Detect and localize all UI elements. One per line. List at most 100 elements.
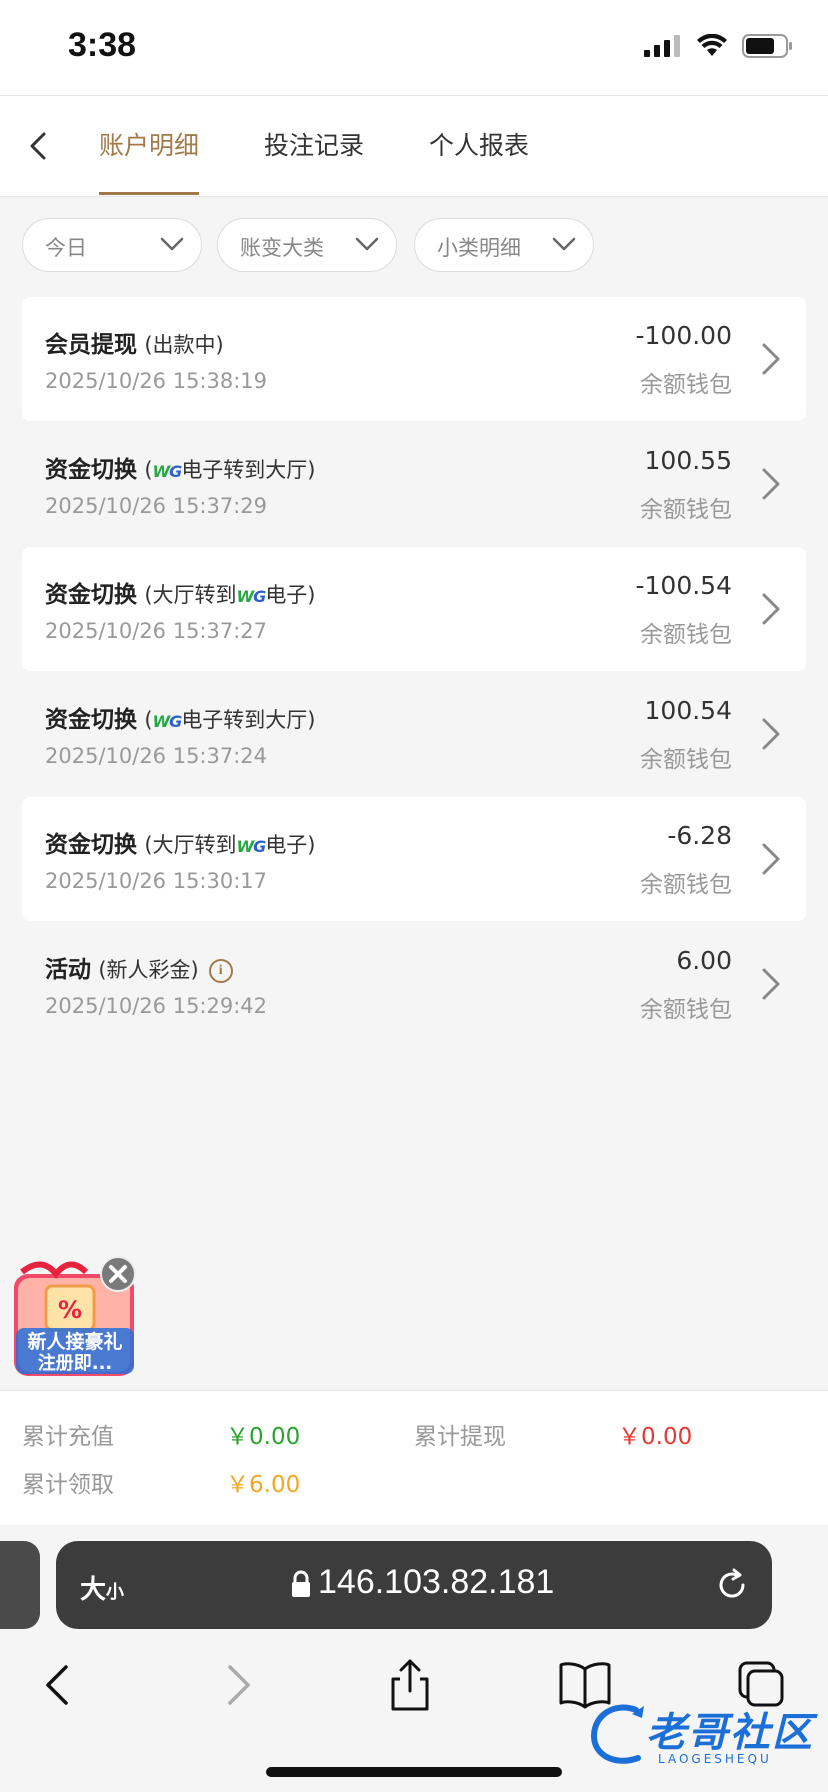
record-wallet: 余额钱包 <box>640 622 732 648</box>
filter-subcategory-select[interactable]: 小类明细 <box>414 218 594 272</box>
record-item[interactable]: 活动 (新人彩金) i 2025/10/26 15:29:42 6.00 余额钱包 <box>22 922 806 1046</box>
record-time: 2025/10/26 15:38:19 <box>45 369 268 393</box>
record-title: 活动 <box>45 957 91 983</box>
record-wallet: 余额钱包 <box>640 497 732 523</box>
record-detail-suffix: 电子) <box>265 583 316 607</box>
tab-bet-records[interactable]: 投注记录 <box>264 96 364 196</box>
status-time: 3:38 <box>68 26 137 64</box>
record-wallet: 余额钱包 <box>640 747 732 773</box>
total-claim-value: ￥6.00 <box>226 1472 301 1498</box>
chevron-left-icon <box>46 1665 68 1705</box>
address-bar[interactable]: 大小 146.103.82.181 <box>56 1541 772 1629</box>
filter-label: 小类明细 <box>437 236 521 260</box>
record-amount: -100.54 <box>635 571 733 600</box>
record-amount: 6.00 <box>676 946 732 975</box>
chevron-right-icon <box>762 468 780 500</box>
filter-label: 今日 <box>45 236 87 260</box>
total-recharge-label: 累计充值 <box>22 1424 114 1450</box>
record-detail-suffix: 电子转到大厅) <box>181 458 316 482</box>
record-time: 2025/10/26 15:37:24 <box>45 744 268 768</box>
record-title-row: 资金切换 (WG电子转到大厅) <box>45 450 316 484</box>
close-promo-button[interactable] <box>100 1256 136 1292</box>
record-title-row: 资金切换 (大厅转到WG电子) <box>45 825 316 859</box>
chevron-right-icon <box>228 1665 250 1705</box>
record-item[interactable]: 会员提现 (出款中) 2025/10/26 15:38:19 -100.00 余… <box>22 297 806 421</box>
record-item[interactable]: 资金切换 (WG电子转到大厅) 2025/10/26 15:37:29 100.… <box>22 422 806 546</box>
filter-row: 今日 账变大类 小类明细 <box>0 218 828 276</box>
chevron-right-icon <box>762 593 780 625</box>
url-text: 146.103.82.181 <box>318 1563 555 1601</box>
record-time: 2025/10/26 15:30:17 <box>45 869 268 893</box>
record-detail-suffix: 电子) <box>265 833 316 857</box>
record-title: 会员提现 <box>45 332 137 358</box>
browser-back-button[interactable] <box>30 1655 90 1715</box>
record-title-row: 资金切换 (WG电子转到大厅) <box>45 700 316 734</box>
record-item[interactable]: 资金切换 (大厅转到WG电子) 2025/10/26 15:37:27 -100… <box>22 547 806 671</box>
record-amount: -6.28 <box>667 821 732 850</box>
record-detail-suffix: 电子转到大厅) <box>181 708 316 732</box>
wg-brand-logo: WG <box>152 712 183 731</box>
home-indicator[interactable] <box>266 1767 562 1777</box>
status-icons <box>644 34 794 58</box>
record-detail: (出款中) <box>144 333 224 357</box>
chevron-down-icon <box>160 237 184 251</box>
chevron-down-icon <box>355 237 379 251</box>
total-withdraw-label: 累计提现 <box>414 1424 506 1450</box>
record-title-row: 活动 (新人彩金) i <box>45 950 233 984</box>
watermark-text: 老哥社区 <box>646 1710 814 1756</box>
promo-line1: 新人接豪礼 <box>27 1330 122 1353</box>
wg-brand-logo: WG <box>236 837 267 856</box>
record-wallet: 余额钱包 <box>640 372 732 398</box>
signal-icon <box>644 35 680 57</box>
promo-line2: 注册即... <box>38 1352 113 1374</box>
lock-icon <box>292 1570 310 1597</box>
record-title-row: 资金切换 (大厅转到WG电子) <box>45 575 316 609</box>
chevron-right-icon <box>762 343 780 375</box>
svg-text:%: % <box>58 1296 82 1324</box>
total-recharge-value: ￥0.00 <box>226 1424 301 1450</box>
battery-icon <box>742 34 792 58</box>
wg-brand-logo: WG <box>152 462 183 481</box>
record-title-row: 会员提现 (出款中) <box>45 325 224 359</box>
watermark-subtext: LAOGESHEQU <box>658 1752 772 1766</box>
wifi-icon <box>697 34 727 56</box>
record-amount: 100.55 <box>644 446 732 475</box>
text-size-button[interactable]: 大小 <box>80 1569 124 1606</box>
chevron-right-icon <box>762 718 780 750</box>
record-wallet: 余额钱包 <box>640 997 732 1023</box>
chevron-left-icon <box>30 132 46 160</box>
previous-tab-preview[interactable] <box>0 1541 40 1629</box>
promo-float-banner[interactable]: % 新人接豪礼 注册即... <box>12 1256 138 1378</box>
tab-personal-report[interactable]: 个人报表 <box>429 96 529 196</box>
chevron-right-icon <box>762 843 780 875</box>
total-withdraw-value: ￥0.00 <box>618 1424 693 1450</box>
reload-icon[interactable] <box>714 1567 750 1603</box>
record-detail: (大厅转到 <box>144 833 237 857</box>
record-item[interactable]: 资金切换 (大厅转到WG电子) 2025/10/26 15:30:17 -6.2… <box>22 797 806 921</box>
chevron-right-icon <box>762 968 780 1000</box>
record-amount: -100.00 <box>635 321 733 350</box>
record-title: 资金切换 <box>45 707 137 733</box>
close-icon <box>109 1265 127 1283</box>
record-detail: ( <box>144 458 153 482</box>
browser-forward-button[interactable] <box>206 1655 266 1715</box>
record-title: 资金切换 <box>45 457 137 483</box>
total-claim-label: 累计领取 <box>22 1472 114 1498</box>
record-amount: 100.54 <box>644 696 732 725</box>
status-bar: 3:38 <box>0 0 828 95</box>
record-time: 2025/10/26 15:37:27 <box>45 619 268 643</box>
top-nav: 账户明细 投注记录 个人报表 <box>0 95 828 197</box>
active-tab-indicator <box>99 192 199 195</box>
record-title: 资金切换 <box>45 582 137 608</box>
filter-category-select[interactable]: 账变大类 <box>217 218 397 272</box>
share-button[interactable] <box>380 1655 440 1715</box>
filter-date-select[interactable]: 今日 <box>22 218 202 272</box>
record-item[interactable]: 资金切换 (WG电子转到大厅) 2025/10/26 15:37:24 100.… <box>22 672 806 796</box>
record-title: 资金切换 <box>45 832 137 858</box>
chevron-down-icon <box>552 237 576 251</box>
tab-account-details[interactable]: 账户明细 <box>99 96 199 196</box>
summary-panel: 累计充值 ￥0.00 累计提现 ￥0.00 累计领取 ￥6.00 <box>0 1390 828 1526</box>
back-button[interactable] <box>20 126 60 166</box>
info-icon[interactable]: i <box>208 958 233 983</box>
record-wallet: 余额钱包 <box>640 872 732 898</box>
